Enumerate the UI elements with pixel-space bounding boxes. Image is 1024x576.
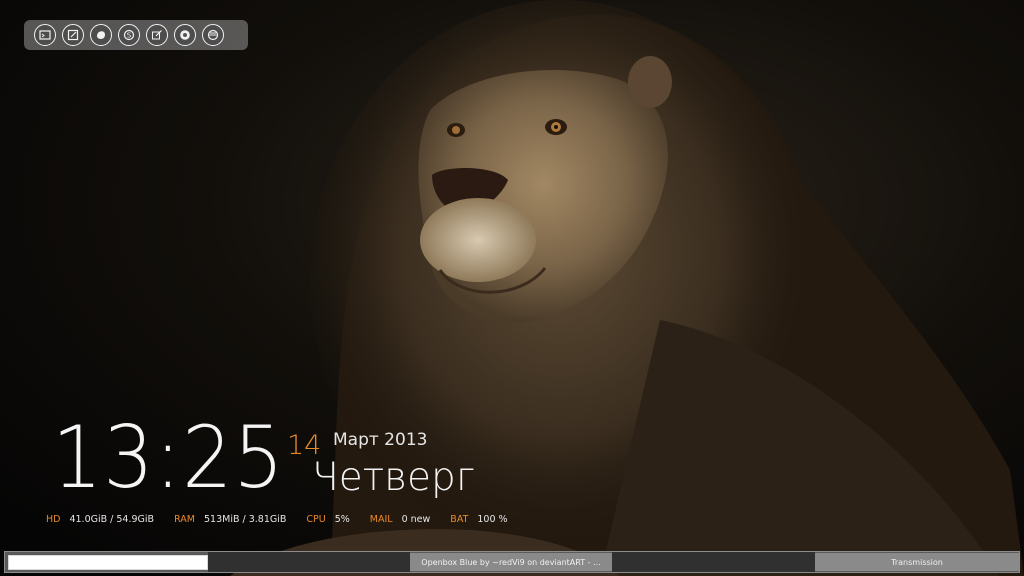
stat-mail-value: 0 new — [401, 514, 431, 525]
stat-cpu-label: CPU — [306, 514, 326, 525]
stat-cpu-value: 5% — [334, 514, 350, 525]
stat-cpu: CPU 5% — [306, 514, 349, 525]
chromium-icon[interactable] — [174, 24, 196, 46]
graphics-editor-icon[interactable] — [146, 24, 168, 46]
stat-bat: BAT 100 % — [450, 514, 507, 525]
task-browser-window[interactable]: Openbox Blue by ~redVi9 on deviantART - … — [410, 553, 612, 571]
desktop-pager[interactable] — [8, 554, 208, 570]
stat-bat-label: BAT — [450, 514, 469, 525]
task-transmission[interactable]: Transmission — [815, 553, 1019, 571]
stat-hd-value: 41.0GiB / 54.9GiB — [69, 514, 155, 525]
stat-ram-label: RAM — [174, 514, 195, 525]
stat-bat-value: 100 % — [477, 514, 508, 525]
clock-weekday: Четверг — [312, 455, 475, 500]
stat-hd-label: HD — [46, 514, 61, 525]
taskbar-spacer — [208, 552, 410, 572]
firefox-icon[interactable] — [90, 24, 112, 46]
text-editor-icon[interactable] — [62, 24, 84, 46]
stat-ram: RAM 513MiB / 3.81GiB — [174, 514, 286, 525]
settings-icon[interactable] — [202, 24, 224, 46]
svg-text:S: S — [127, 32, 132, 40]
launcher-dock: S — [24, 20, 248, 50]
terminal-icon[interactable] — [34, 24, 56, 46]
stat-hd: HD 41.0GiB / 54.9GiB — [46, 514, 154, 525]
taskbar: Openbox Blue by ~redVi9 on deviantART - … — [4, 551, 1020, 573]
stat-mail: MAIL 0 new — [370, 514, 431, 525]
clock-month-year: Март 2013 — [333, 430, 428, 450]
clock-time: 13:25 — [52, 408, 285, 508]
system-stats: HD 41.0GiB / 54.9GiB RAM 513MiB / 3.81GiB … — [46, 514, 528, 525]
taskbar-spacer — [612, 552, 815, 572]
stat-ram-value: 513MiB / 3.81GiB — [203, 514, 287, 525]
stat-mail-label: MAIL — [369, 514, 393, 525]
skype-icon[interactable]: S — [118, 24, 140, 46]
